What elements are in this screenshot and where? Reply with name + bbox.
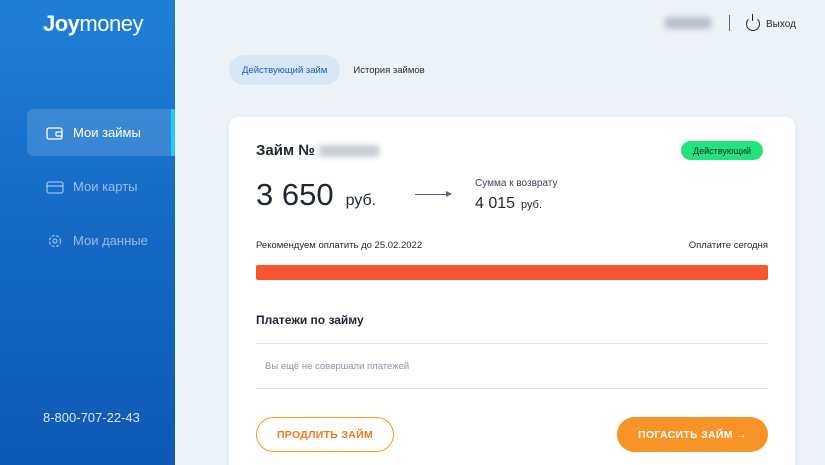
logo-text-bold: Joy <box>43 11 80 36</box>
support-phone[interactable]: 8-800-707-22-43 <box>43 410 140 425</box>
loan-title: Займ № <box>256 142 379 159</box>
wallet-icon <box>46 126 64 140</box>
divider <box>256 388 768 389</box>
payment-progress-bar <box>256 265 768 280</box>
due-note: Оплатите сегодня <box>688 240 768 251</box>
sidebar-item-my-cards[interactable]: Мои карты <box>27 163 175 210</box>
arrow-right-icon <box>415 191 452 197</box>
gear-icon <box>46 234 64 248</box>
sidebar-item-label: Мои карты <box>73 179 138 194</box>
return-amount-value: 4 015 <box>475 195 516 212</box>
sidebar-item-label: Мои данные <box>73 233 148 248</box>
logout-button[interactable]: Выход <box>746 14 796 31</box>
loan-amount-value: 3 650 <box>256 177 334 212</box>
loan-title-label: Займ № <box>256 142 315 159</box>
power-icon <box>746 14 760 31</box>
tab-loan-history[interactable]: История займов <box>340 55 437 85</box>
sidebar-item-my-data[interactable]: Мои данные <box>27 217 175 264</box>
loan-amount-unit: руб. <box>345 192 377 209</box>
sidebar-item-label: Мои займы <box>73 125 141 140</box>
sidebar: Joymoney Мои займы Мои карты Мои данные … <box>0 0 175 465</box>
header-divider <box>729 15 730 31</box>
return-amount: 4 015 руб. <box>475 195 542 213</box>
sidebar-item-my-loans[interactable]: Мои займы <box>27 109 175 156</box>
status-badge: Действующий <box>681 141 764 160</box>
loan-card: Займ № Действующий 3 650 руб. Сумма к во… <box>229 117 795 465</box>
sidebar-nav: Мои займы Мои карты Мои данные <box>27 109 175 271</box>
logo-text-light: money <box>79 11 143 36</box>
tab-active-loan[interactable]: Действующий займ <box>229 55 341 85</box>
pay-loan-button[interactable]: ПОГАСИТЬ ЗАЙМ → <box>617 417 768 452</box>
progress-fill <box>256 265 768 280</box>
payments-title: Платежи по займу <box>256 313 364 327</box>
joymoney-logo[interactable]: Joymoney <box>43 11 143 37</box>
payments-empty-text: Вы ещё не совершали платежей <box>265 361 410 372</box>
user-name-blurred[interactable] <box>665 17 711 29</box>
divider <box>256 343 768 344</box>
loan-number-blurred <box>318 144 379 157</box>
loan-tabs: Действующий займ История займов <box>229 55 438 85</box>
return-amount-unit: руб. <box>521 199 543 211</box>
payment-recommendation: Рекомендуем оплатить до 25.02.2022 <box>256 240 423 251</box>
card-icon <box>46 180 64 194</box>
return-amount-label: Сумма к возврату <box>475 178 558 189</box>
logout-label: Выход <box>766 18 796 30</box>
extend-loan-button[interactable]: ПРОДЛИТЬ ЗАЙМ <box>256 417 394 452</box>
loan-amount: 3 650 руб. <box>256 177 376 213</box>
